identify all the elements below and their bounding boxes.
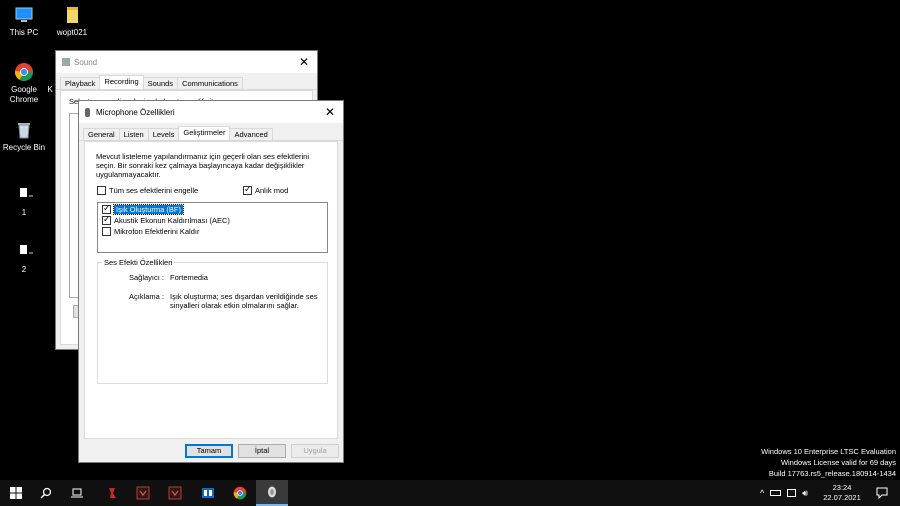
effect-item-aec[interactable]: Akustik Ekonun Kaldırılması (AEC) <box>102 214 230 225</box>
desktop-icon-1[interactable]: 1 <box>0 185 48 218</box>
desktop-icon-wopt021[interactable]: wopt021 <box>48 5 96 38</box>
volume-icon[interactable]: 🔊︎ <box>802 488 808 499</box>
action-center-button[interactable] <box>866 480 898 506</box>
disable-all-effects-checkbox[interactable]: Tüm ses efektlerini engelle <box>97 186 198 195</box>
instant-mode-label: Anlık mod <box>255 186 289 195</box>
apply-button[interactable]: Uygula <box>291 444 339 458</box>
sound-tabs: Playback Recording Sounds Communications <box>56 75 317 90</box>
enhancements-panel: Mevcut listeleme yapılandırmanız için ge… <box>84 141 338 439</box>
watermark-line: Windows 10 Enterprise LTSC Evaluation <box>761 447 896 456</box>
enhancements-description: Mevcut listeleme yapılandırmanız için ge… <box>96 152 310 179</box>
chrome-icon <box>233 486 247 500</box>
mic-title: Microphone Özellikleri <box>96 107 175 117</box>
taskbar-app-2[interactable] <box>127 480 159 506</box>
checkbox[interactable] <box>102 203 111 214</box>
notification-icon <box>876 487 888 499</box>
taskbar-app-1[interactable] <box>96 480 128 506</box>
activation-watermark: Windows 10 Enterprise LTSC Evaluation Wi… <box>761 446 896 479</box>
start-button[interactable] <box>0 480 32 506</box>
clock-time: 23:24 <box>832 483 852 492</box>
tab-sounds[interactable]: Sounds <box>142 77 179 89</box>
tab-recording[interactable]: Recording <box>99 75 144 89</box>
effect-label: Işık Oluşturma (BF) <box>112 204 185 215</box>
app-red-icon <box>109 488 116 498</box>
search-icon <box>40 487 52 499</box>
effects-list: Işık Oluşturma (BF) Akustik Ekonun Kaldı… <box>97 202 328 253</box>
disable-all-effects-label: Tüm ses efektlerini engelle <box>109 186 199 195</box>
file-icon <box>14 242 34 262</box>
microphone-icon <box>85 107 90 117</box>
desktop-icon-label: This PC <box>9 28 39 37</box>
speaker-icon <box>62 58 70 66</box>
tab-enhancements[interactable]: Geliştirmeler <box>178 126 231 140</box>
effect-item-beamforming[interactable]: Işık Oluşturma (BF) <box>102 203 185 215</box>
monitor-icon <box>14 5 34 25</box>
cancel-button[interactable]: İptal <box>238 444 286 458</box>
desktop-icon-recycle-bin[interactable]: Recycle Bin <box>0 120 48 153</box>
tab-general[interactable]: General <box>83 128 120 140</box>
provider-value: Fortemedia <box>170 273 208 282</box>
description-value: Işık oluşturma; ses dışardan verildiğind… <box>170 292 318 310</box>
desktop-icon-label: 2 <box>21 265 27 274</box>
desktop-icon-this-pc[interactable]: This PC <box>0 5 48 38</box>
desktop-icon-chrome[interactable]: Google Chrome <box>0 62 48 105</box>
effect-properties-group: Ses Efekti Özellikleri Sağlayıcı : Forte… <box>97 258 328 384</box>
instant-mode-checkbox[interactable]: Anlık mod <box>243 184 289 195</box>
mic-tabs: General Listen Levels Geliştirmeler Adva… <box>79 126 343 141</box>
watermark-line: Windows License valid for 69 days <box>780 458 896 467</box>
effect-label: Akustik Ekonun Kaldırılması (AEC) <box>114 216 230 225</box>
app-v-icon <box>136 486 150 500</box>
taskbar-app-3[interactable] <box>159 480 191 506</box>
close-icon[interactable]: ✕ <box>291 55 317 69</box>
mic-titlebar[interactable]: Microphone Özellikleri ✕ <box>79 101 343 123</box>
search-button[interactable] <box>30 480 62 506</box>
chrome-icon <box>14 62 34 82</box>
ok-button[interactable]: Tamam <box>185 444 233 458</box>
checkbox[interactable] <box>243 184 252 195</box>
tab-advanced[interactable]: Advanced <box>229 128 273 140</box>
effect-item-disable-mic-effects[interactable]: Mikrofon Efektlerini Kaldır <box>102 227 199 236</box>
checkbox[interactable] <box>102 227 111 236</box>
system-tray: ^ 🔊︎ <box>760 480 814 506</box>
taskbar-app-4[interactable] <box>192 480 224 506</box>
sound-titlebar[interactable]: Sound ✕ <box>56 51 317 73</box>
checkbox[interactable] <box>102 214 111 225</box>
tab-levels[interactable]: Levels <box>147 128 180 140</box>
chevron-up-icon[interactable]: ^ <box>760 488 764 498</box>
provider-label: Sağlayıcı : <box>129 273 165 282</box>
watermark-line: Build 17763.rs5_release.180914-1434 <box>768 469 896 478</box>
clock[interactable]: 23:24 22.07.2021 <box>822 483 862 503</box>
battery-icon[interactable] <box>770 490 782 496</box>
mic-properties-window: Microphone Özellikleri ✕ General Listen … <box>78 100 344 463</box>
close-icon[interactable]: ✕ <box>317 105 343 119</box>
file-icon <box>14 185 34 205</box>
effect-label: Mikrofon Efektlerini Kaldır <box>114 227 200 236</box>
app-v-icon <box>168 486 182 500</box>
desktop-icon-label: wopt021 <box>56 28 88 37</box>
sound-settings-icon <box>268 486 276 498</box>
tab-listen[interactable]: Listen <box>118 128 149 140</box>
app-blue-icon <box>202 488 214 498</box>
description-label: Açıklama : <box>129 292 165 301</box>
taskbar-chrome[interactable] <box>224 480 256 506</box>
task-view-icon <box>71 488 83 498</box>
desktop-icon-label: Recycle Bin <box>2 143 46 152</box>
sound-title: Sound <box>74 57 98 67</box>
desktop: This PC wopt021 Google Chrome K Recycle … <box>0 0 900 480</box>
taskbar: ^ 🔊︎ 23:24 22.07.2021 <box>0 480 900 506</box>
checkbox[interactable] <box>97 186 106 195</box>
effect-properties-title: Ses Efekti Özellikleri <box>102 258 175 267</box>
tab-communications[interactable]: Communications <box>177 77 243 89</box>
clock-date: 22.07.2021 <box>823 493 861 502</box>
folder-icon <box>62 5 82 25</box>
network-icon[interactable] <box>787 489 797 497</box>
tab-playback[interactable]: Playback <box>60 77 101 89</box>
desktop-icon-label: 1 <box>21 208 27 217</box>
task-view-button[interactable] <box>61 480 93 506</box>
taskbar-sound-active[interactable] <box>256 480 288 506</box>
desktop-icon-2[interactable]: 2 <box>0 242 48 275</box>
recycle-bin-icon <box>14 120 34 140</box>
windows-icon <box>10 487 22 499</box>
